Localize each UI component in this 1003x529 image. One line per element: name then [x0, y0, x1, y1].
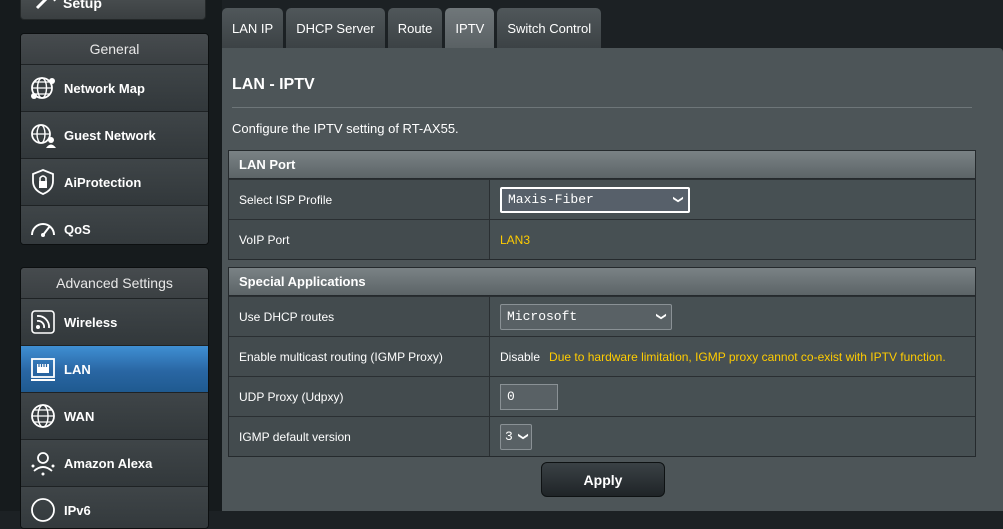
- sidebar-item-label: WAN: [64, 408, 95, 424]
- sidebar-group-header: Advanced Settings: [21, 268, 208, 298]
- sidebar-item-label: Wireless: [64, 314, 118, 330]
- sidebar-item-label: AiProtection: [64, 174, 142, 190]
- lan-port-icon: [29, 355, 57, 383]
- isp-profile-label: Select ISP Profile: [229, 180, 490, 219]
- table-row: Enable multicast routing (IGMP Proxy) Di…: [229, 336, 975, 376]
- chevron-down-icon: ❯: [672, 195, 684, 204]
- sidebar-item-label: Guest Network: [64, 127, 156, 143]
- chevron-down-icon: ❯: [655, 312, 667, 321]
- igmp-proxy-value: Disable: [500, 349, 541, 364]
- apply-button[interactable]: Apply: [541, 462, 665, 497]
- wifi-icon: [29, 308, 57, 336]
- tab-switch-control[interactable]: Switch Control: [497, 8, 602, 48]
- sidebar-group-general: General Network Map Guest Network AiProt…: [20, 33, 209, 245]
- select-value: Maxis-Fiber: [508, 192, 594, 207]
- sidebar-item-guest-network[interactable]: Guest Network: [21, 111, 208, 158]
- igmp-proxy-cell: Disable Due to hardware limitation, IGMP…: [490, 337, 975, 376]
- sidebar-item-label: Setup: [63, 0, 102, 11]
- content-panel: LAN - IPTV Configure the IPTV setting of…: [222, 48, 1003, 511]
- udp-proxy-input[interactable]: 0: [500, 383, 558, 410]
- tab-route[interactable]: Route: [387, 8, 443, 48]
- sidebar-item-wan[interactable]: WAN: [21, 392, 208, 439]
- alexa-icon: [29, 449, 57, 477]
- page-description: Configure the IPTV setting of RT-AX55.: [232, 121, 459, 136]
- select-value: Microsoft: [507, 309, 578, 324]
- wand-icon: [35, 0, 57, 13]
- table-row: Select ISP Profile Maxis-Fiber ❯: [229, 179, 975, 219]
- sidebar-item-amazon-alexa[interactable]: Amazon Alexa: [21, 439, 208, 486]
- table-header: LAN Port: [229, 151, 975, 179]
- sidebar-item-label: QoS: [64, 221, 91, 237]
- sidebar-item-qos[interactable]: QoS: [21, 205, 208, 244]
- sidebar-item-label: LAN: [64, 361, 91, 377]
- isp-profile-select[interactable]: Maxis-Fiber ❯: [500, 186, 690, 213]
- sidebar-item-network-map[interactable]: Network Map: [21, 64, 208, 111]
- dhcp-routes-select[interactable]: Microsoft ❯: [500, 303, 672, 330]
- title-divider: [232, 107, 972, 108]
- tab-iptv[interactable]: IPTV: [445, 8, 495, 48]
- sidebar-item-label: Amazon Alexa: [64, 455, 153, 471]
- sidebar-item-ipv6[interactable]: IPv6: [21, 486, 208, 528]
- tab-lan-ip[interactable]: LAN IP: [222, 8, 284, 48]
- igmp-version-cell: 3 ❯: [490, 417, 975, 456]
- globe-network-icon: [29, 74, 57, 102]
- sidebar: Setup General Network Map Guest Network …: [0, 0, 222, 529]
- voip-port-value: LAN3: [500, 232, 531, 247]
- udp-proxy-cell: 0: [490, 377, 975, 416]
- sidebar-item-lan[interactable]: LAN: [21, 345, 208, 392]
- chevron-down-icon: ❯: [517, 432, 529, 441]
- lan-port-table: LAN Port Select ISP Profile Maxis-Fiber …: [228, 150, 976, 260]
- igmp-proxy-label: Enable multicast routing (IGMP Proxy): [229, 337, 490, 376]
- sidebar-item-label: IPv6: [64, 502, 91, 518]
- select-value: 3: [505, 429, 513, 444]
- tab-bar: LAN IP DHCP Server Route IPTV Switch Con…: [222, 8, 604, 48]
- igmp-version-label: IGMP default version: [229, 417, 490, 456]
- sidebar-item-aiprotection[interactable]: AiProtection: [21, 158, 208, 205]
- sidebar-item-wireless[interactable]: Wireless: [21, 298, 208, 345]
- ipv6-icon: [29, 496, 57, 524]
- dhcp-routes-cell: Microsoft ❯: [490, 297, 975, 336]
- sidebar-group-advanced: Advanced Settings Wireless LAN WAN Amazo…: [20, 267, 209, 529]
- page-title: LAN - IPTV: [232, 76, 315, 93]
- isp-profile-cell: Maxis-Fiber ❯: [490, 180, 975, 219]
- voip-port-label: VoIP Port: [229, 220, 490, 259]
- guest-globe-icon: [29, 121, 57, 149]
- special-applications-table: Special Applications Use DHCP routes Mic…: [228, 267, 976, 457]
- dhcp-routes-label: Use DHCP routes: [229, 297, 490, 336]
- udp-proxy-label: UDP Proxy (Udpxy): [229, 377, 490, 416]
- sidebar-item-setup[interactable]: Setup: [20, 0, 206, 20]
- shield-lock-icon: [29, 168, 57, 196]
- sidebar-item-label: Network Map: [64, 80, 145, 96]
- sidebar-group-header: General: [21, 34, 208, 64]
- globe-icon: [29, 402, 57, 430]
- table-header: Special Applications: [229, 268, 975, 296]
- table-row: IGMP default version 3 ❯: [229, 416, 975, 456]
- tab-dhcp-server[interactable]: DHCP Server: [286, 8, 385, 48]
- speedometer-icon: [29, 215, 57, 243]
- table-row: UDP Proxy (Udpxy) 0: [229, 376, 975, 416]
- voip-port-cell: LAN3: [490, 220, 975, 259]
- igmp-proxy-warning: Due to hardware limitation, IGMP proxy c…: [549, 349, 946, 364]
- igmp-version-select[interactable]: 3 ❯: [500, 423, 532, 450]
- table-row: Use DHCP routes Microsoft ❯: [229, 296, 975, 336]
- table-row: VoIP Port LAN3: [229, 219, 975, 259]
